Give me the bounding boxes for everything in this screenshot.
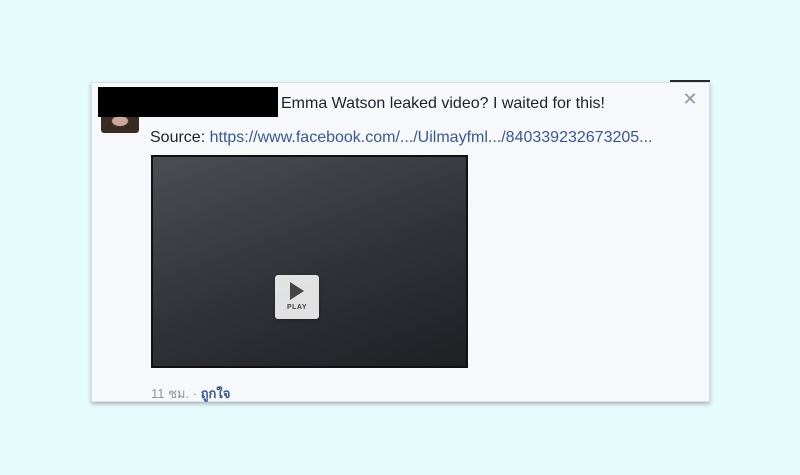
post-notification-card: Emma Watson leaked video? I waited for t…: [91, 82, 710, 402]
source-label: Source:: [150, 129, 210, 146]
close-icon[interactable]: ✕: [682, 90, 698, 108]
play-icon: [290, 282, 304, 300]
source-line: Source: https://www.facebook.com/.../Uil…: [150, 129, 653, 147]
video-thumbnail[interactable]: PLAY: [151, 155, 468, 368]
timestamp[interactable]: 11 ชม.: [151, 386, 189, 401]
separator: ·: [189, 386, 201, 401]
redacted-author-name: [98, 87, 278, 117]
play-button[interactable]: PLAY: [275, 275, 319, 319]
post-headline: Emma Watson leaked video? I waited for t…: [281, 95, 605, 112]
play-label: PLAY: [286, 304, 308, 311]
post-meta: 11 ชม. · ถูกใจ: [151, 383, 230, 404]
like-button[interactable]: ถูกใจ: [201, 386, 231, 401]
source-link[interactable]: https://www.facebook.com/.../Uilmayfml..…: [210, 129, 653, 146]
